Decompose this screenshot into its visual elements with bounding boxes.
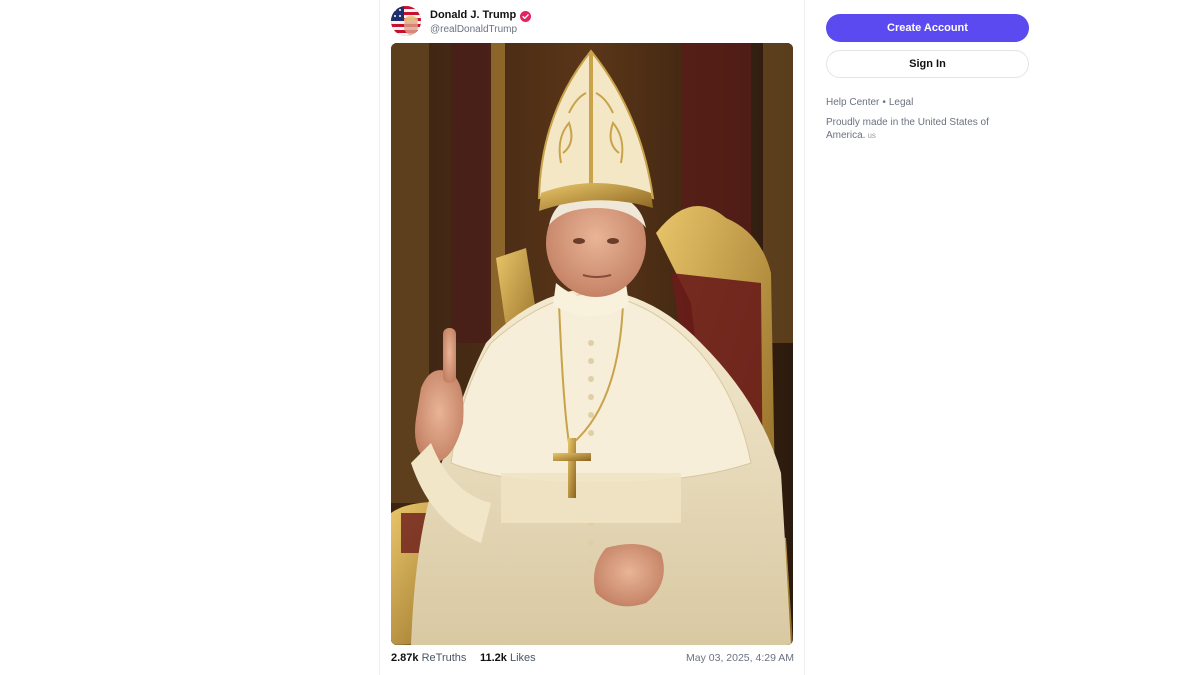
retruths-count: 2.87k: [391, 652, 419, 664]
country-code: us: [867, 131, 876, 140]
post-footer: 2.87k ReTruths 11.2k Likes May 03, 2025,…: [391, 652, 794, 668]
avatar[interactable]: [391, 6, 421, 36]
create-account-button[interactable]: Create Account: [826, 14, 1029, 42]
retruths-stat[interactable]: 2.87k ReTruths: [391, 652, 466, 664]
likes-label: Likes: [509, 652, 536, 664]
help-center-link[interactable]: Help Center: [826, 97, 879, 108]
sign-in-button[interactable]: Sign In: [826, 50, 1029, 78]
likes-stat[interactable]: 11.2k Likes: [480, 652, 536, 664]
papal-portrait-image: [391, 43, 793, 645]
made-in-text: Proudly made in the United States of Ame…: [826, 117, 989, 141]
verified-badge-icon: [520, 9, 531, 22]
legal-link[interactable]: Legal: [889, 97, 913, 108]
made-in-notice: Proudly made in the United States of Ame…: [826, 116, 1006, 142]
feed-column: Donald J. Trump @realDonaldTrump 2.87k R…: [379, 0, 805, 675]
flag-avatar-icon: [391, 6, 421, 36]
likes-count: 11.2k: [480, 652, 507, 664]
author-handle[interactable]: @realDonaldTrump: [430, 24, 517, 35]
right-sidebar: Create Account Sign In Help Center • Legal…: [826, 14, 1029, 142]
author-name[interactable]: Donald J. Trump: [430, 9, 516, 21]
post-header: Donald J. Trump @realDonaldTrump: [391, 6, 791, 38]
footer-links: Help Center • Legal: [826, 97, 1029, 108]
post-image[interactable]: [391, 43, 793, 645]
link-separator: •: [882, 97, 886, 108]
retruths-label: ReTruths: [421, 652, 467, 664]
post-timestamp[interactable]: May 03, 2025, 4:29 AM: [686, 652, 794, 664]
